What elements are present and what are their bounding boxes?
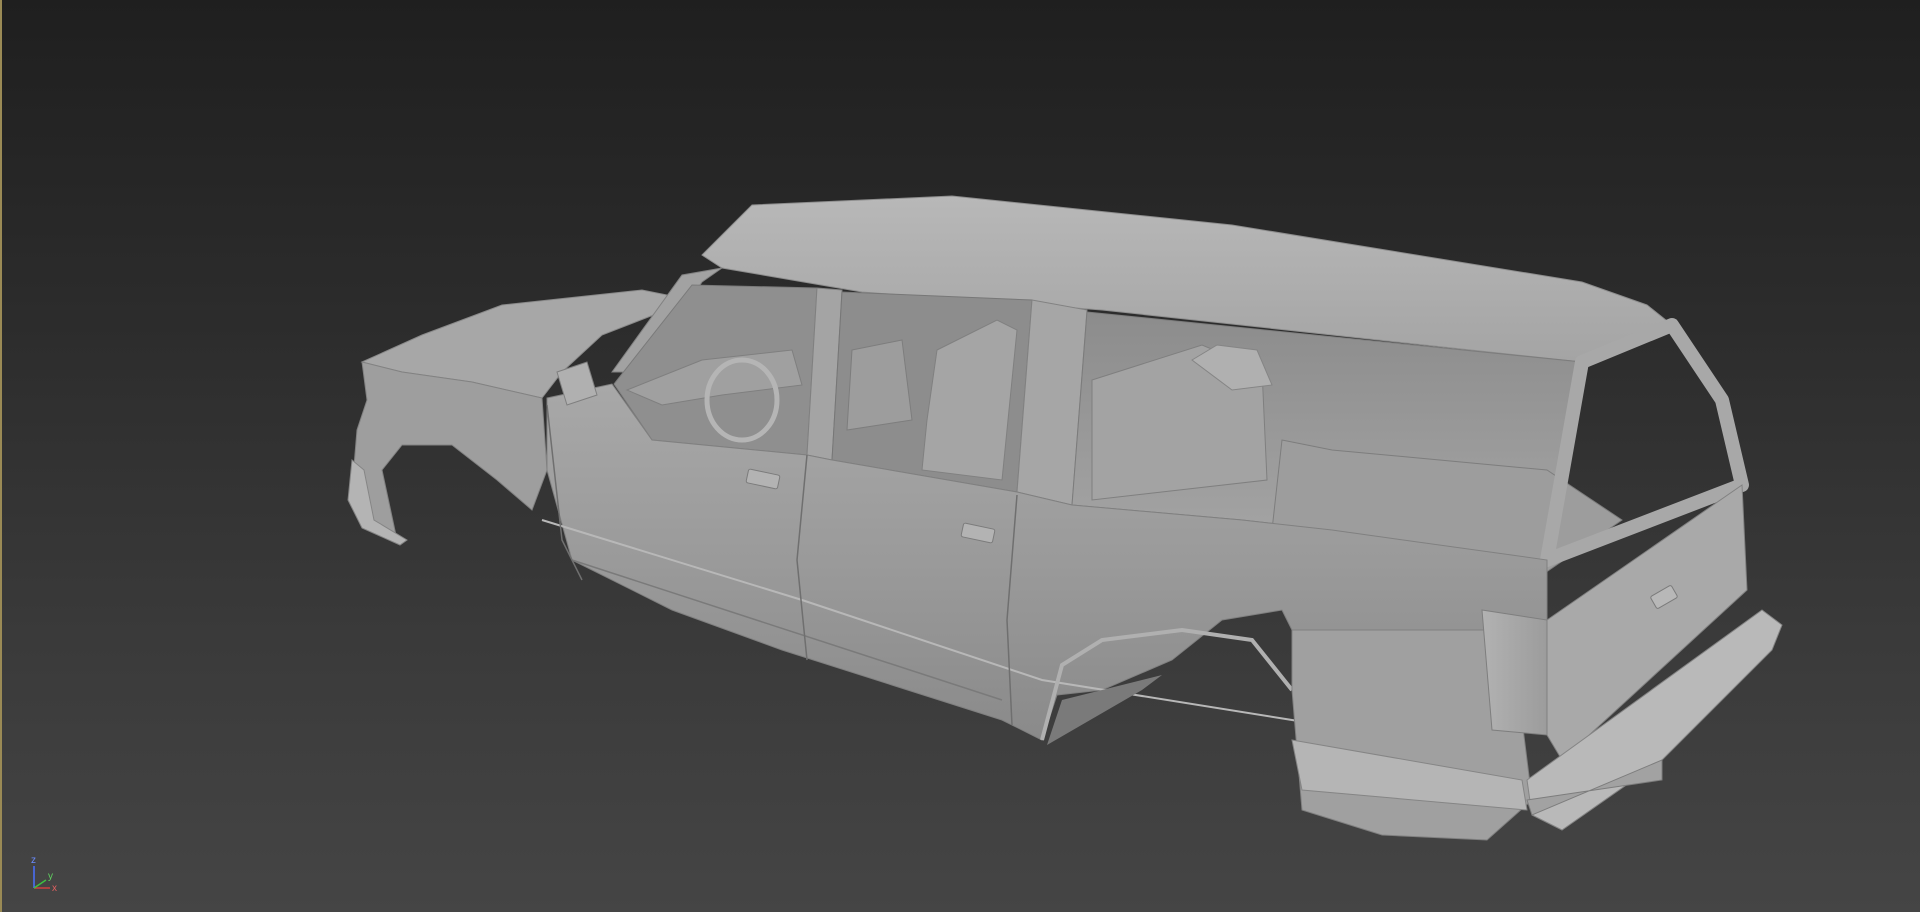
axis-tripod-icon [33, 866, 50, 889]
3d-viewport[interactable]: z x y [0, 0, 1920, 912]
axis-y-label: y [48, 871, 53, 882]
suv-body-shell-model[interactable] [2, 0, 1920, 912]
tail-light-housing [1481, 609, 1548, 736]
axis-gizmo: z x y [24, 855, 64, 898]
front-seat-cushion [846, 339, 913, 431]
axis-z-label: z [31, 855, 36, 866]
axis-x-label: x [52, 883, 57, 894]
